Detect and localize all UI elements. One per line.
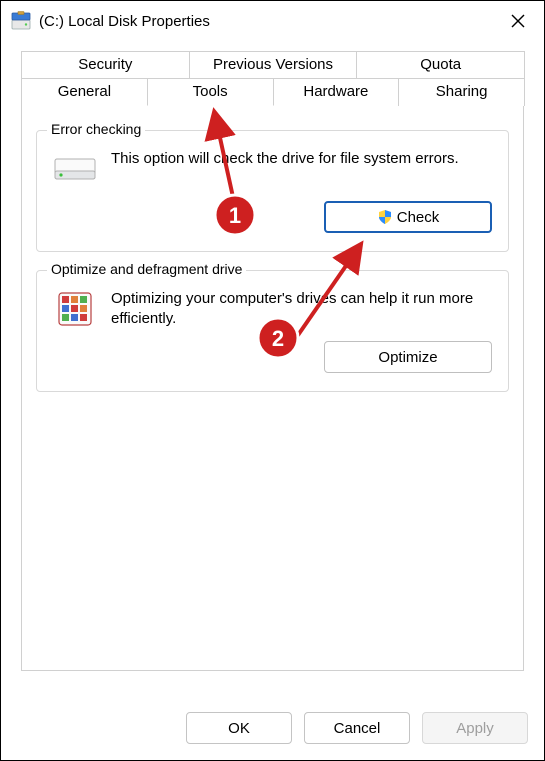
tab-sharing[interactable]: Sharing — [398, 79, 525, 106]
optimize-text: Optimizing your computer's drives can he… — [111, 289, 492, 328]
tab-label: Security — [78, 56, 132, 73]
tab-security[interactable]: Security — [21, 51, 190, 79]
close-button[interactable] — [498, 6, 538, 36]
tab-general[interactable]: General — [21, 79, 148, 106]
close-icon — [511, 14, 525, 28]
apply-button: Apply — [422, 712, 528, 744]
cancel-button-label: Cancel — [334, 720, 381, 737]
error-checking-legend: Error checking — [47, 121, 145, 137]
disk-drive-icon — [53, 149, 97, 189]
tab-label: Previous Versions — [213, 56, 333, 73]
error-checking-group: Error checking This option will check th… — [36, 130, 509, 252]
optimize-button-label: Optimize — [378, 349, 437, 366]
tab-label: Hardware — [303, 83, 368, 100]
ok-button-label: OK — [228, 720, 250, 737]
tab-tools[interactable]: Tools — [147, 79, 274, 106]
dialog-footer: OK Cancel Apply — [1, 700, 544, 760]
window-title: (C:) Local Disk Properties — [39, 13, 498, 30]
tab-control: Security Previous Versions Quota General… — [21, 51, 524, 671]
check-button-label: Check — [397, 209, 440, 226]
uac-shield-icon — [377, 209, 393, 225]
optimize-legend: Optimize and defragment drive — [47, 261, 246, 277]
tab-hardware[interactable]: Hardware — [273, 79, 400, 106]
tab-previous-versions[interactable]: Previous Versions — [189, 51, 358, 79]
tab-label: Tools — [193, 83, 228, 100]
title-bar: (C:) Local Disk Properties — [1, 1, 544, 41]
ok-button[interactable]: OK — [186, 712, 292, 744]
optimize-button[interactable]: Optimize — [324, 341, 492, 373]
tab-label: Sharing — [436, 83, 488, 100]
apply-button-label: Apply — [456, 720, 494, 737]
cancel-button[interactable]: Cancel — [304, 712, 410, 744]
check-button[interactable]: Check — [324, 201, 492, 233]
optimize-group: Optimize and defragment drive — [36, 270, 509, 392]
tab-label: Quota — [420, 56, 461, 73]
tab-label: General — [58, 83, 111, 100]
drive-icon — [11, 11, 31, 31]
error-checking-text: This option will check the drive for fil… — [111, 149, 492, 169]
tools-tab-panel: Error checking This option will check th… — [21, 106, 524, 671]
tab-quota[interactable]: Quota — [356, 51, 525, 79]
defrag-icon — [53, 289, 97, 329]
